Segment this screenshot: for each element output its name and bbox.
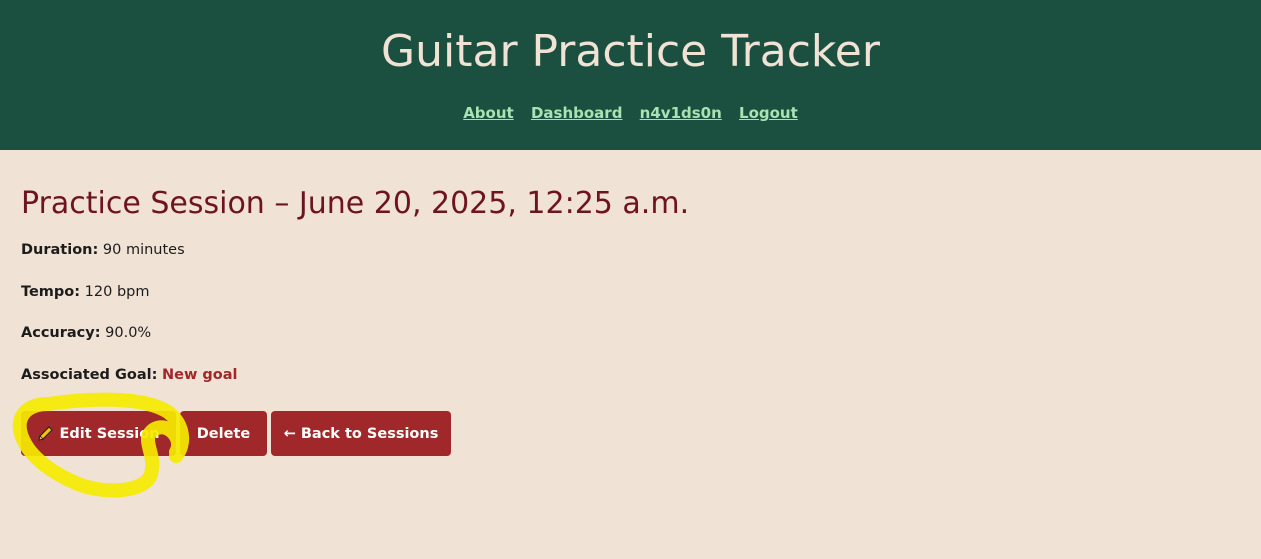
goal-link[interactable]: New goal (162, 367, 238, 383)
accuracy-label: Accuracy: (21, 325, 101, 341)
delete-button[interactable]: Delete (180, 411, 267, 456)
delete-label: Delete (196, 425, 251, 442)
page-title: Practice Session – June 20, 2025, 12:25 … (21, 186, 690, 221)
nav-link-dashboard[interactable]: Dashboard (531, 104, 622, 122)
goal-field: Associated Goal: New goal (21, 365, 238, 385)
nav-link-logout[interactable]: Logout (739, 104, 798, 122)
site-header: Guitar Practice Tracker About Dashboard … (0, 0, 1261, 150)
back-to-sessions-label: ← Back to Sessions (283, 425, 439, 442)
tempo-field: Tempo: 120 bpm (21, 282, 150, 302)
back-to-sessions-button[interactable]: ← Back to Sessions (271, 411, 451, 456)
site-title: Guitar Practice Tracker (381, 26, 880, 77)
duration-value: 90 minutes (102, 242, 185, 258)
duration-field: Duration: 90 minutes (21, 240, 185, 260)
tempo-label: Tempo: (21, 284, 81, 300)
main-nav: About Dashboard n4v1ds0n Logout (0, 104, 1261, 122)
goal-label: Associated Goal: (21, 367, 158, 383)
tempo-value: 120 bpm (84, 284, 150, 300)
edit-session-button[interactable]: Edit Session (21, 411, 176, 456)
pencil-icon (38, 425, 54, 441)
accuracy-value: 90.0% (105, 325, 152, 341)
accuracy-field: Accuracy: 90.0% (21, 323, 151, 343)
nav-link-about[interactable]: About (463, 104, 514, 122)
duration-label: Duration: (21, 242, 99, 258)
edit-session-label: Edit Session (59, 425, 160, 442)
nav-link-username[interactable]: n4v1ds0n (640, 104, 722, 122)
